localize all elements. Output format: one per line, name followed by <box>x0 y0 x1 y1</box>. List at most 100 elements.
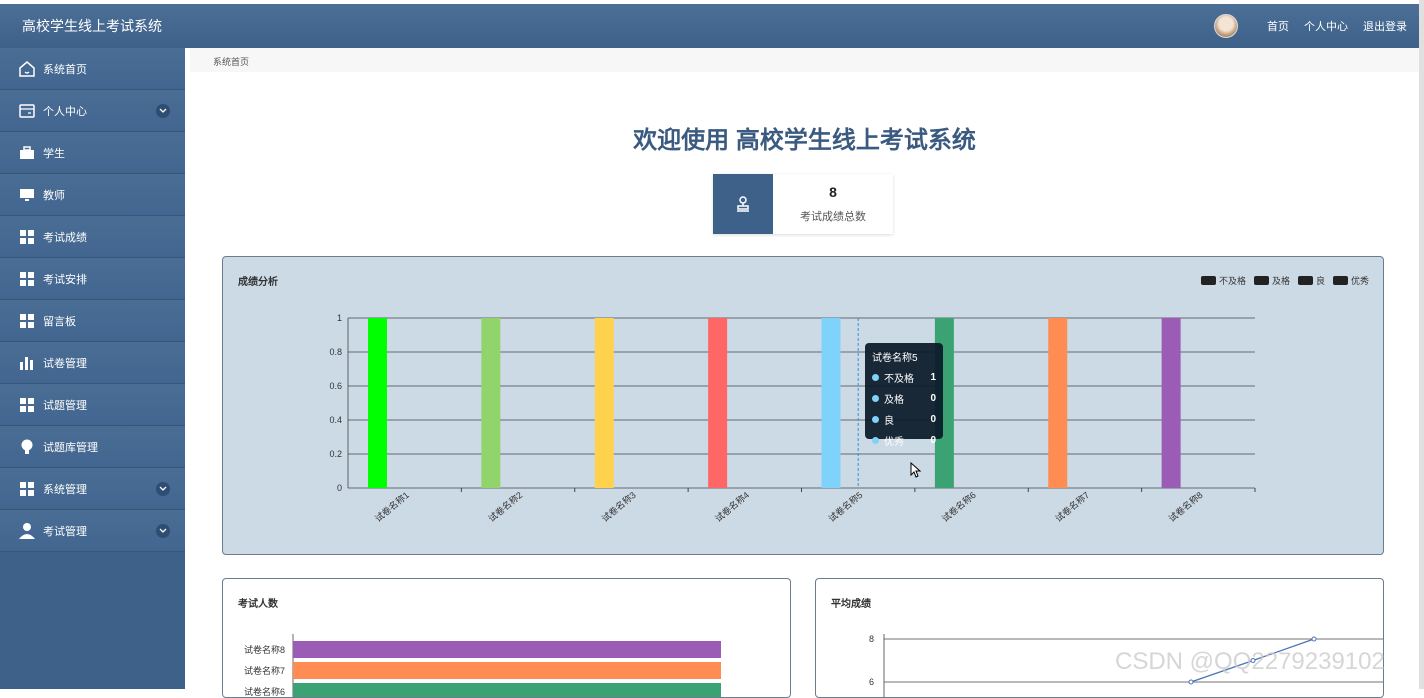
user-icon <box>18 522 36 540</box>
data-point <box>1188 679 1194 685</box>
y-tick-label: 试卷名称7 <box>244 665 285 676</box>
exam-count-panel: 考试人数 试卷名称8 试卷名称7 试卷名称6 <box>222 578 791 698</box>
chart-bar <box>708 318 728 488</box>
app-title: 高校学生线上考试系统 <box>22 18 162 34</box>
sidebar-item-label: 考试安排 <box>43 273 87 286</box>
y-tick-label: 0.4 <box>329 415 342 425</box>
exam-count-chart: 试卷名称8 试卷名称7 试卷名称6 <box>244 634 721 697</box>
sidebar-item[interactable]: 试卷管理 <box>0 342 185 384</box>
y-tick-label: 试卷名称6 <box>244 686 285 697</box>
welcome-title: 欢迎使用 高校学生线上考试系统 <box>633 127 976 154</box>
card-icon <box>18 102 36 120</box>
tooltip-label: 优秀 <box>884 437 904 448</box>
grid-icon <box>18 312 36 330</box>
chart-bar <box>1048 318 1068 488</box>
sidebar-item[interactable]: 教师 <box>0 174 185 216</box>
sidebar-item[interactable]: 考试安排 <box>0 258 185 300</box>
sidebar-item[interactable]: 留言板 <box>0 300 185 342</box>
grid-icon <box>18 480 36 498</box>
y-tick-label: 8 <box>869 634 874 644</box>
score-analysis-panel: 成绩分析 不及格 及格 良 优秀 0 0.2 0.4 0.6 0.8 1 试卷名称1 试卷名称… <box>222 256 1384 555</box>
y-tick-label: 0.2 <box>329 449 342 459</box>
breadcrumb[interactable]: 系统首页 <box>190 48 1419 72</box>
y-tick-label: 0.8 <box>329 347 342 357</box>
tooltip-value: 0 <box>930 414 936 425</box>
sidebar: 系统首页个人中心学生教师考试成绩考试安排留言板试卷管理试题管理试题库管理系统管理… <box>0 48 185 689</box>
sidebar-item[interactable]: 试题库管理 <box>0 426 185 468</box>
sidebar-item-label: 学生 <box>43 147 65 160</box>
grid-icon <box>18 270 36 288</box>
grid-icon <box>18 396 36 414</box>
score-bar-chart: 0 0.2 0.4 0.6 0.8 1 试卷名称1 试卷名称2 试卷名称3 试卷名称4 试卷名称5 试… <box>329 313 1256 524</box>
sidebar-item-label: 考试成绩 <box>43 231 87 244</box>
chevron-down-icon[interactable] <box>156 523 170 538</box>
sidebar-item-label: 系统管理 <box>43 483 87 496</box>
nav-home-link[interactable]: 首页 <box>1267 18 1289 34</box>
tooltip-value: 0 <box>930 435 936 446</box>
stat-card: 8 考试成绩总数 <box>713 174 893 234</box>
x-tick-label: 试卷名称6 <box>939 489 977 524</box>
y-tick-label: 0 <box>337 483 342 493</box>
x-tick-label: 试卷名称7 <box>1053 489 1091 524</box>
monitor-icon <box>18 186 36 204</box>
tooltip-label: 良 <box>884 416 894 427</box>
average-score-chart: 86 <box>869 634 1383 697</box>
sidebar-item-label: 试题库管理 <box>43 441 98 454</box>
x-tick-label: 试卷名称3 <box>599 489 637 524</box>
sidebar-item[interactable]: 系统首页 <box>0 48 185 90</box>
chart-bar <box>1161 318 1181 488</box>
sidebar-item[interactable]: 试题管理 <box>0 384 185 426</box>
chevron-down-icon[interactable] <box>156 103 170 118</box>
chart-bar <box>293 662 721 679</box>
sidebar-item[interactable]: 学生 <box>0 132 185 174</box>
tooltip-value: 0 <box>930 393 936 404</box>
chart-bar <box>821 318 841 488</box>
x-tick-label: 试卷名称5 <box>826 489 864 524</box>
sidebar-item-label: 考试管理 <box>43 525 87 538</box>
sidebar-item-label: 试卷管理 <box>43 357 87 370</box>
stat-label: 考试成绩总数 <box>800 211 866 223</box>
chevron-down-icon[interactable] <box>156 481 170 496</box>
sidebar-item-label: 个人中心 <box>43 105 87 118</box>
stat-value: 8 <box>829 184 837 200</box>
sidebar-item[interactable]: 考试管理 <box>0 510 185 552</box>
chart-bar <box>293 683 721 697</box>
average-score-panel: 平均成绩 86 <box>815 578 1384 698</box>
data-point <box>1311 636 1317 642</box>
bar-chart-icon <box>18 354 36 372</box>
tooltip-value: 1 <box>930 372 936 383</box>
tooltip-title: 试卷名称5 <box>872 353 918 364</box>
chart-tooltip: 试卷名称5 不及格 1 及格 0 良 0 优秀 0 <box>865 343 943 448</box>
sidebar-item[interactable]: 考试成绩 <box>0 216 185 258</box>
home-icon <box>18 60 36 78</box>
x-tick-label: 试卷名称1 <box>372 489 410 524</box>
briefcase-icon <box>18 144 36 162</box>
nav-profile-link[interactable]: 个人中心 <box>1304 18 1348 34</box>
scrollbar[interactable] <box>1419 0 1424 689</box>
chart-bar <box>594 318 614 488</box>
sidebar-item[interactable]: 系统管理 <box>0 468 185 510</box>
y-tick-label: 1 <box>337 313 342 323</box>
logout-link[interactable]: 退出登录 <box>1363 18 1407 34</box>
y-tick-label: 6 <box>869 677 874 687</box>
chart-bar <box>293 641 721 658</box>
y-tick-label: 试卷名称8 <box>244 644 285 655</box>
x-tick-label: 试卷名称4 <box>713 489 751 524</box>
avatar[interactable] <box>1214 14 1238 38</box>
sidebar-item-label: 系统首页 <box>43 63 87 76</box>
y-tick-label: 0.6 <box>329 381 342 391</box>
chart-bar <box>368 318 387 488</box>
x-tick-label: 试卷名称2 <box>486 489 524 524</box>
chart-bar <box>481 318 501 488</box>
grid-icon <box>18 228 36 246</box>
sidebar-item-label: 试题管理 <box>43 399 87 412</box>
top-bar: 高校学生线上考试系统 首页 个人中心 退出登录 <box>0 4 1419 48</box>
bulb-icon <box>18 438 36 456</box>
watermark: CSDN @QQ2279239102 <box>1115 648 1385 675</box>
mouse-cursor-icon <box>910 462 922 478</box>
stamp-icon <box>713 174 773 234</box>
x-tick-label: 试卷名称8 <box>1166 489 1204 524</box>
tooltip-label: 不及格 <box>884 374 914 385</box>
sidebar-item[interactable]: 个人中心 <box>0 90 185 132</box>
sidebar-item-label: 教师 <box>43 189 65 202</box>
